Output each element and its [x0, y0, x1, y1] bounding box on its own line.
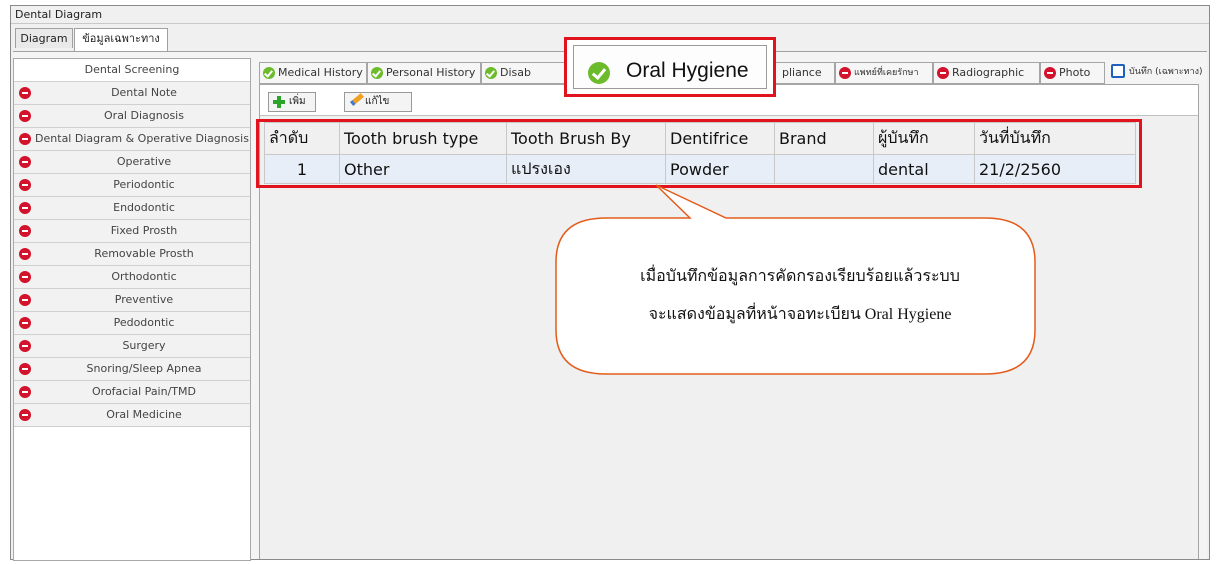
sidebar-item-label: Dental Note	[111, 86, 177, 99]
status-incomplete-icon	[19, 340, 31, 352]
check-icon	[485, 67, 497, 79]
status-incomplete-icon	[19, 294, 31, 306]
status-incomplete-icon	[19, 133, 31, 145]
sidebar-item-removable-prosth[interactable]: Removable Prosth	[14, 243, 250, 266]
tab-personal-history[interactable]: Personal History	[367, 62, 481, 84]
status-incomplete-icon	[19, 179, 31, 191]
sidebar-item-dental-diagram-operative[interactable]: Dental Diagram & Operative Diagnosis	[14, 128, 250, 151]
sidebar-item-surgery[interactable]: Surgery	[14, 335, 250, 358]
sidebar-item-label: Oral Medicine	[106, 408, 182, 421]
save-specialty-button[interactable]: บันทึก (เฉพาะทาง)	[1109, 62, 1207, 84]
sidebar-item-label: Preventive	[114, 293, 174, 306]
tab-treating-doctor[interactable]: แพทย์ที่เคยรักษา	[835, 62, 933, 84]
sidebar-item-orthodontic[interactable]: Orthodontic	[14, 266, 250, 289]
sidebar-item-dental-note[interactable]: Dental Note	[14, 82, 250, 105]
tab-disability[interactable]: Disab	[481, 62, 571, 84]
add-button[interactable]: เพิ่ม	[268, 92, 316, 112]
sidebar-item-label: Pedodontic	[113, 316, 175, 329]
status-incomplete-icon	[1044, 67, 1056, 79]
sidebar-item-label: Dental Screening	[84, 63, 180, 76]
tab-label: แพทย์ที่เคยรักษา	[854, 68, 919, 78]
sidebar-item-periodontic[interactable]: Periodontic	[14, 174, 250, 197]
status-incomplete-icon	[19, 225, 31, 237]
sidebar-item-oral-medicine[interactable]: Oral Medicine	[14, 404, 250, 427]
check-icon	[588, 62, 610, 84]
tab-radiographic[interactable]: Radiographic	[933, 62, 1040, 84]
status-incomplete-icon	[19, 271, 31, 283]
sidebar-item-label: Snoring/Sleep Apnea	[86, 362, 202, 375]
tab-medical-history[interactable]: Medical History	[259, 62, 367, 84]
sidebar: Dental Screening Dental Note Oral Diagno…	[13, 58, 251, 561]
plus-icon	[273, 96, 285, 108]
sidebar-item-label: Oral Diagnosis	[104, 109, 184, 122]
status-incomplete-icon	[19, 248, 31, 260]
window-title: Dental Diagram	[11, 6, 1209, 24]
tab-photo[interactable]: Photo	[1040, 62, 1105, 84]
save-specialty-label: บันทึก (เฉพาะทาง)	[1129, 67, 1203, 77]
status-incomplete-icon	[19, 110, 31, 122]
tab-label: Personal History	[386, 66, 476, 79]
status-incomplete-icon	[19, 363, 31, 375]
sidebar-item-fixed-prosth[interactable]: Fixed Prosth	[14, 220, 250, 243]
edit-label: แก้ไข	[365, 96, 390, 107]
status-incomplete-icon	[19, 156, 31, 168]
sidebar-item-label: Removable Prosth	[94, 247, 194, 260]
tab-label: Medical History	[278, 66, 363, 79]
pencil-icon	[350, 93, 364, 106]
sidebar-item-label: Orofacial Pain/TMD	[92, 385, 196, 398]
oral-hygiene-tab-label: Oral Hygiene	[626, 59, 749, 82]
edit-button[interactable]: แก้ไข	[344, 92, 412, 112]
sidebar-item-pedodontic[interactable]: Pedodontic	[14, 312, 250, 335]
save-icon	[1111, 64, 1125, 78]
sidebar-item-preventive[interactable]: Preventive	[14, 289, 250, 312]
tab-specialty-data[interactable]: ข้อมูลเฉพาะทาง	[74, 28, 168, 51]
sidebar-item-label: Periodontic	[113, 178, 175, 191]
tab-diagram[interactable]: Diagram	[15, 28, 73, 48]
sidebar-item-label: Surgery	[122, 339, 166, 352]
status-incomplete-icon	[19, 409, 31, 421]
status-incomplete-icon	[19, 317, 31, 329]
sidebar-item-label: Operative	[116, 155, 172, 168]
tab-label: Photo	[1059, 66, 1091, 79]
oral-hygiene-tab: Oral Hygiene	[573, 45, 767, 89]
tab-label: Radiographic	[952, 66, 1025, 79]
callout-line-2: จะแสดงข้อมูลที่หน้าจอทะเบียน Oral Hygien…	[648, 306, 952, 323]
check-icon	[371, 67, 383, 79]
status-incomplete-icon	[937, 67, 949, 79]
status-incomplete-icon	[19, 87, 31, 99]
sidebar-item-label: Endodontic	[113, 201, 175, 214]
status-incomplete-icon	[19, 202, 31, 214]
sidebar-item-dental-screening[interactable]: Dental Screening	[14, 59, 250, 82]
tab-label: pliance	[782, 66, 822, 79]
sidebar-item-oral-diagnosis[interactable]: Oral Diagnosis	[14, 105, 250, 128]
sidebar-item-operative[interactable]: Operative	[14, 151, 250, 174]
callout-text: เมื่อบันทึกข้อมูลการคัดกรองเรียบร้อยแล้ว…	[560, 258, 1040, 334]
sidebar-item-label: Fixed Prosth	[110, 224, 178, 237]
check-icon	[263, 67, 275, 79]
sidebar-item-snoring-sleep-apnea[interactable]: Snoring/Sleep Apnea	[14, 358, 250, 381]
sidebar-item-label: Dental Diagram & Operative Diagnosis	[35, 132, 249, 145]
table-highlight-box	[256, 119, 1142, 188]
tab-appliance[interactable]: pliance	[775, 62, 835, 84]
status-incomplete-icon	[19, 386, 31, 398]
tab-label: Disab	[500, 66, 531, 79]
sidebar-item-endodontic[interactable]: Endodontic	[14, 197, 250, 220]
oral-hygiene-tab-callout[interactable]: Oral Hygiene	[564, 37, 776, 97]
status-incomplete-icon	[839, 67, 851, 79]
sidebar-item-label: Orthodontic	[111, 270, 177, 283]
add-label: เพิ่ม	[289, 96, 306, 107]
callout-line-1: เมื่อบันทึกข้อมูลการคัดกรองเรียบร้อยแล้ว…	[640, 268, 960, 285]
sidebar-item-orofacial-pain-tmd[interactable]: Orofacial Pain/TMD	[14, 381, 250, 404]
